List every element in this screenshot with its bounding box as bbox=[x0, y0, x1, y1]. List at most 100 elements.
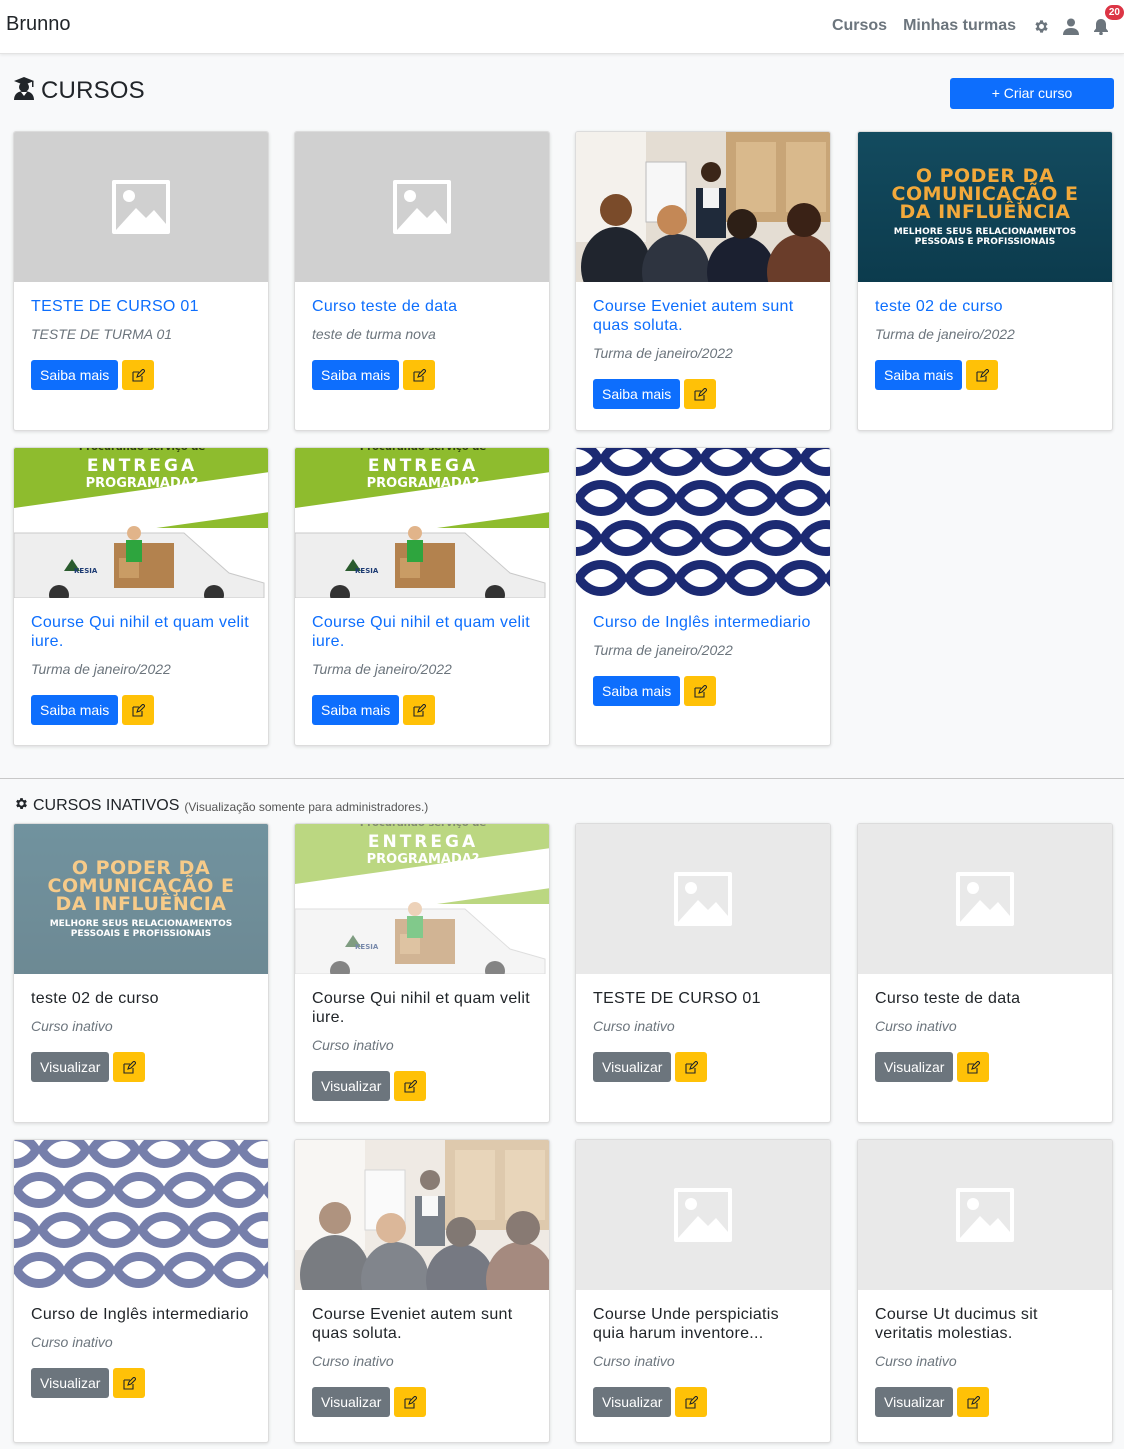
course-card: Curso teste de data teste de turma nova Sa… bbox=[294, 131, 550, 431]
course-subtitle: Curso inativo bbox=[31, 1018, 113, 1034]
visualizar-button[interactable]: Visualizar bbox=[875, 1387, 954, 1417]
edit-button[interactable] bbox=[684, 379, 717, 409]
course-image: Procurando serviço de ENTREGAPROGRAMADA? K… bbox=[14, 448, 268, 598]
visualizar-button[interactable]: Visualizar bbox=[31, 1052, 110, 1082]
course-title[interactable]: Curso de Inglês intermediario bbox=[593, 613, 814, 632]
edit-icon bbox=[976, 368, 989, 382]
saiba-mais-button[interactable]: Saiba mais bbox=[31, 695, 119, 725]
visualizar-button[interactable]: Visualizar bbox=[31, 1368, 110, 1398]
edit-button[interactable] bbox=[403, 360, 436, 390]
brand[interactable]: Brunno bbox=[6, 13, 71, 36]
course-image bbox=[858, 1140, 1112, 1290]
edit-icon bbox=[123, 1060, 136, 1074]
course-card: Curso de Inglês intermediario Turma de ja… bbox=[575, 447, 831, 746]
visualizar-button[interactable]: Visualizar bbox=[312, 1387, 391, 1417]
saiba-mais-button[interactable]: Saiba mais bbox=[593, 676, 681, 706]
image-placeholder-icon bbox=[674, 1188, 732, 1242]
saiba-mais-button[interactable]: Saiba mais bbox=[312, 695, 400, 725]
gear-icon bbox=[14, 796, 29, 816]
nav-link-cursos[interactable]: Cursos bbox=[832, 17, 887, 35]
course-image bbox=[295, 1140, 549, 1290]
navbar: Brunno Cursos Minhas turmas 20 bbox=[0, 0, 1124, 54]
inactive-course-card: Curso de Inglês intermediario Curso inati… bbox=[13, 1139, 269, 1443]
visualizar-button[interactable]: Visualizar bbox=[593, 1052, 672, 1082]
inactive-course-card: Procurando serviço de ENTREGAPROGRAMADA? K… bbox=[294, 823, 550, 1123]
edit-button[interactable] bbox=[957, 1052, 990, 1082]
course-subtitle: Turma de janeiro/2022 bbox=[593, 345, 733, 361]
course-subtitle: teste de turma nova bbox=[312, 326, 436, 342]
saiba-mais-button[interactable]: Saiba mais bbox=[875, 360, 963, 390]
edit-icon bbox=[694, 684, 707, 698]
edit-icon bbox=[685, 1395, 698, 1409]
course-image: O PODER DA COMUNICAÇÃO E DA INFLUÊNCIA MELH… bbox=[14, 824, 268, 974]
create-course-button[interactable]: + Criar curso bbox=[950, 78, 1114, 109]
course-image bbox=[14, 1140, 268, 1290]
visualizar-button[interactable]: Visualizar bbox=[312, 1071, 391, 1101]
edit-button[interactable] bbox=[122, 360, 155, 390]
edit-button[interactable] bbox=[675, 1052, 708, 1082]
visualizar-button[interactable]: Visualizar bbox=[593, 1387, 672, 1417]
course-image bbox=[576, 448, 830, 598]
course-title[interactable]: teste 02 de curso bbox=[875, 297, 1096, 316]
edit-icon bbox=[404, 1079, 417, 1093]
edit-button[interactable] bbox=[394, 1387, 427, 1417]
course-image bbox=[14, 132, 268, 282]
edit-button[interactable] bbox=[113, 1368, 146, 1398]
course-image: Procurando serviço de ENTREGAPROGRAMADA? K… bbox=[295, 448, 549, 598]
course-title: Curso teste de data bbox=[875, 990, 1021, 1007]
image-text: ENTREGA bbox=[367, 832, 479, 852]
image-placeholder-icon bbox=[956, 1188, 1014, 1242]
inactive-course-card: Course Ut ducimus sit veritatis molestia… bbox=[857, 1139, 1113, 1443]
course-title[interactable]: Course Eveniet autem sunt quas soluta. bbox=[593, 297, 814, 335]
svg-text:KESIA: KESIA bbox=[74, 567, 98, 575]
edit-button[interactable] bbox=[957, 1387, 990, 1417]
edit-icon bbox=[413, 368, 426, 382]
edit-button[interactable] bbox=[966, 360, 999, 390]
edit-icon bbox=[132, 703, 145, 717]
visualizar-button[interactable]: Visualizar bbox=[875, 1052, 954, 1082]
image-text: MELHORE SEUS RELACIONAMENTOS PESSOAIS E P… bbox=[49, 919, 233, 939]
course-subtitle: Curso inativo bbox=[593, 1353, 675, 1369]
course-title[interactable]: Course Qui nihil et quam velit iure. bbox=[312, 613, 533, 651]
nav-link-minhas-turmas[interactable]: Minhas turmas bbox=[903, 17, 1016, 35]
edit-button[interactable] bbox=[684, 676, 717, 706]
saiba-mais-button[interactable]: Saiba mais bbox=[593, 379, 681, 409]
edit-button[interactable] bbox=[122, 695, 155, 725]
page-heading: CURSOS bbox=[41, 76, 145, 104]
saiba-mais-button[interactable]: Saiba mais bbox=[31, 360, 119, 390]
saiba-mais-button[interactable]: Saiba mais bbox=[312, 360, 400, 390]
course-subtitle: Turma de janeiro/2022 bbox=[31, 661, 171, 677]
course-title: teste 02 de curso bbox=[31, 990, 159, 1007]
image-placeholder-icon bbox=[956, 872, 1014, 926]
image-placeholder-icon bbox=[112, 180, 170, 234]
nav-links: Cursos Minhas turmas 20 bbox=[832, 0, 1124, 52]
course-subtitle: Turma de janeiro/2022 bbox=[875, 326, 1015, 342]
course-title[interactable]: TESTE DE CURSO 01 bbox=[31, 297, 252, 316]
inactive-section-note: (Visualização somente para administrador… bbox=[184, 800, 429, 814]
image-text: Procurando serviço de bbox=[14, 448, 268, 453]
course-title[interactable]: Curso teste de data bbox=[312, 297, 533, 316]
image-text: Procurando serviço de bbox=[295, 448, 549, 453]
inactive-course-card: O PODER DA COMUNICAÇÃO E DA INFLUÊNCIA MELH… bbox=[13, 823, 269, 1123]
edit-icon bbox=[413, 703, 426, 717]
bell-icon[interactable]: 20 bbox=[1086, 5, 1124, 41]
course-image: Procurando serviço de ENTREGAPROGRAMADA? K… bbox=[295, 824, 549, 974]
gear-icon[interactable] bbox=[1026, 11, 1056, 41]
edit-button[interactable] bbox=[394, 1071, 427, 1101]
image-placeholder-icon bbox=[393, 180, 451, 234]
course-subtitle: Turma de janeiro/2022 bbox=[593, 642, 733, 658]
edit-button[interactable] bbox=[403, 695, 436, 725]
course-subtitle: Curso inativo bbox=[593, 1018, 675, 1034]
inactive-section-header: CURSOS INATIVOS (Visualização somente pa… bbox=[14, 796, 428, 816]
edit-icon bbox=[123, 1376, 136, 1390]
course-card: Course Eveniet autem sunt quas soluta. Tu… bbox=[575, 131, 831, 431]
course-title[interactable]: Course Qui nihil et quam velit iure. bbox=[31, 613, 252, 651]
user-icon[interactable] bbox=[1056, 11, 1086, 41]
edit-button[interactable] bbox=[113, 1052, 146, 1082]
course-title: Curso de Inglês intermediario bbox=[31, 1306, 249, 1323]
course-card: O PODER DA COMUNICAÇÃO E DA INFLUÊNCIA MELH… bbox=[857, 131, 1113, 431]
image-text: MELHORE SEUS RELACIONAMENTOS PESSOAIS E P… bbox=[893, 227, 1077, 247]
course-card: TESTE DE CURSO 01 TESTE DE TURMA 01 Saiba … bbox=[13, 131, 269, 431]
edit-button[interactable] bbox=[675, 1387, 708, 1417]
inactive-course-card: Course Unde perspiciatis quia harum inve… bbox=[575, 1139, 831, 1443]
